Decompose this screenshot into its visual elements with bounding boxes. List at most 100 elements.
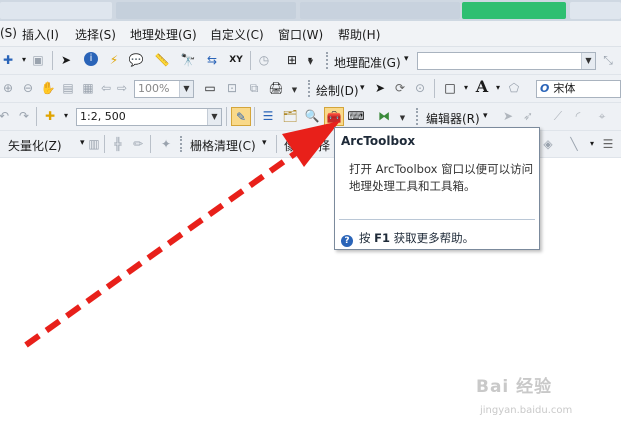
- raster-cleanup-grid-icon[interactable]: ╬: [110, 136, 126, 152]
- zoom-selected-icon[interactable]: ⊙: [412, 80, 428, 96]
- vectorization-menu-label[interactable]: 矢量化(Z): [8, 137, 62, 154]
- toolbar-grip[interactable]: [180, 136, 185, 152]
- menu-item-window[interactable]: 窗口(W): [278, 26, 323, 43]
- dropdown-arrow-icon[interactable]: ▾: [458, 80, 474, 96]
- georeferencing-label[interactable]: 地理配准(G): [334, 54, 401, 71]
- georeferencing-dropdown-arrow[interactable]: ▾: [404, 54, 409, 64]
- dropdown-arrow-icon[interactable]: ▾: [584, 136, 600, 152]
- browser-tab[interactable]: [570, 2, 621, 19]
- catalog-icon[interactable]: 🗂: [282, 108, 298, 124]
- line-width-icon[interactable]: ☰: [600, 136, 616, 152]
- browser-tab[interactable]: [116, 2, 296, 19]
- pan-page-icon[interactable]: ✋: [40, 80, 56, 96]
- data-driven-pages-icon[interactable]: 🖨: [268, 80, 284, 96]
- dropdown-arrow-icon[interactable]: ▾: [490, 80, 506, 96]
- change-layout-icon[interactable]: ⧉: [246, 80, 262, 96]
- add-data-icon[interactable]: ✚: [0, 52, 16, 68]
- menu-bar: (S) 插入(I) 选择(S) 地理处理(G) 自定义(C) 窗口(W) 帮助(…: [0, 21, 621, 47]
- zoom-whole-page-icon[interactable]: ▤: [60, 80, 76, 96]
- rectangle-icon[interactable]: □: [442, 80, 458, 96]
- undo-icon[interactable]: ↶: [0, 108, 12, 124]
- arctoolbox-icon[interactable]: 🧰: [324, 107, 344, 126]
- tooltip-help-line: ? 按 F1 获取更多帮助。: [341, 230, 474, 247]
- toolbar-overflow-icon[interactable]: ▼: [290, 80, 299, 98]
- zoom-100-icon[interactable]: ▦: [80, 80, 96, 96]
- edit-tool-icon[interactable]: ➤: [500, 108, 516, 124]
- dropdown-arrow-icon[interactable]: ▾: [58, 108, 74, 124]
- find-binoculars-icon[interactable]: 🔭: [180, 52, 196, 68]
- separator: [36, 107, 37, 126]
- menu-item-selection[interactable]: 选择(S): [75, 26, 116, 43]
- zoom-in-page-icon[interactable]: ⊕: [0, 80, 16, 96]
- browser-tab-active[interactable]: [462, 2, 566, 19]
- line-tool-icon[interactable]: ╲: [566, 136, 582, 152]
- python-window-icon[interactable]: ⌨: [347, 108, 364, 124]
- map-scale-combo[interactable]: 1:2, 500 ▼: [76, 108, 222, 126]
- toolbar-overflow-icon[interactable]: ▼: [398, 108, 407, 126]
- browser-tab[interactable]: [300, 2, 460, 19]
- separator: [52, 51, 53, 70]
- toolbar-grip[interactable]: [416, 108, 421, 125]
- toolbar-grip[interactable]: [308, 80, 313, 97]
- edit-annotation-icon[interactable]: ➶: [520, 108, 536, 124]
- select-elements-icon[interactable]: ➤: [372, 80, 388, 96]
- magic-wand-icon[interactable]: ✦: [158, 136, 174, 152]
- georeferencing-layer-combo[interactable]: ▼: [417, 52, 596, 70]
- toolbar-overflow-icon[interactable]: ▼: [306, 52, 315, 70]
- search-window-icon[interactable]: 🔍: [304, 108, 320, 124]
- add-control-points-icon[interactable]: ⤡: [600, 52, 616, 68]
- menu-item-insert[interactable]: 插入(I): [22, 26, 59, 43]
- editor-menu-label[interactable]: 编辑器(R): [426, 110, 480, 127]
- back-page-icon[interactable]: ⇦: [98, 80, 114, 96]
- redo-icon[interactable]: ↷: [16, 108, 32, 124]
- toolbar-grip[interactable]: [326, 52, 331, 69]
- trace-icon[interactable]: ⌖: [594, 108, 610, 124]
- tooltip-divider: [339, 219, 535, 220]
- tooltip-help-prefix: 按: [359, 231, 375, 245]
- table-of-contents-icon[interactable]: ☰: [260, 108, 276, 124]
- edit-vertices-icon[interactable]: ⬠: [506, 80, 522, 96]
- find-route-icon[interactable]: ⇆: [204, 52, 220, 68]
- editor-dropdown-arrow[interactable]: ▾: [483, 111, 488, 121]
- hyperlink-lightning-icon[interactable]: ⚡: [106, 52, 122, 68]
- raster-cleanup-menu-label[interactable]: 栅格清理(C): [190, 137, 256, 154]
- html-popup-icon[interactable]: 💬: [128, 52, 144, 68]
- toggle-draft-mode-icon[interactable]: ▭: [202, 80, 218, 96]
- menu-item-customize[interactable]: 自定义(C): [210, 26, 264, 43]
- layout-zoom-combo[interactable]: 100% ▼: [134, 80, 194, 98]
- zoom-out-page-icon[interactable]: ⊖: [20, 80, 36, 96]
- menu-item-partial[interactable]: (S): [0, 26, 17, 40]
- select-elements-icon[interactable]: ➤: [58, 52, 74, 68]
- measure-icon[interactable]: 📏: [154, 52, 170, 68]
- pixel-selection-label-partial-2[interactable]: 择: [318, 137, 330, 154]
- layout-icon[interactable]: ▣: [30, 52, 46, 68]
- pixel-selection-label-partial[interactable]: 像: [284, 137, 296, 154]
- erase-icon[interactable]: ◈: [540, 136, 556, 152]
- rotate-icon[interactable]: ⟳: [392, 80, 408, 96]
- drawing-label[interactable]: 绘制(D): [316, 82, 359, 99]
- model-builder-icon[interactable]: ⧓: [376, 108, 392, 124]
- separator: [150, 135, 151, 153]
- create-viewer-icon[interactable]: ⊞: [284, 52, 300, 68]
- vectorization-dropdown-arrow[interactable]: ▾: [80, 138, 85, 148]
- separator: [254, 107, 255, 126]
- text-tool-icon[interactable]: A: [474, 79, 490, 95]
- go-to-xy-icon[interactable]: XY: [228, 52, 244, 68]
- add-data-plus-icon[interactable]: ✚: [42, 108, 58, 124]
- focus-data-frame-icon[interactable]: ⊡: [224, 80, 240, 96]
- menu-item-help[interactable]: 帮助(H): [338, 26, 380, 43]
- straight-segment-icon[interactable]: ⟋: [550, 108, 566, 124]
- editor-toolbar-icon[interactable]: ✎: [231, 107, 251, 126]
- forward-page-icon[interactable]: ⇨: [114, 80, 130, 96]
- endpoint-arc-icon[interactable]: ◜: [570, 108, 586, 124]
- pencil-icon[interactable]: ✏: [130, 136, 146, 152]
- font-name-combo[interactable]: O 宋体: [536, 80, 621, 98]
- time-slider-icon[interactable]: ◷: [256, 52, 272, 68]
- drawing-dropdown-arrow[interactable]: ▾: [360, 83, 365, 93]
- vectorization-settings-icon[interactable]: ▥: [86, 136, 102, 152]
- layout-zoom-value: 100%: [138, 82, 170, 95]
- identify-icon[interactable]: i: [84, 52, 98, 66]
- raster-cleanup-dropdown-arrow[interactable]: ▾: [262, 138, 267, 148]
- browser-tab[interactable]: [0, 2, 112, 19]
- menu-item-geoprocessing[interactable]: 地理处理(G): [130, 26, 197, 43]
